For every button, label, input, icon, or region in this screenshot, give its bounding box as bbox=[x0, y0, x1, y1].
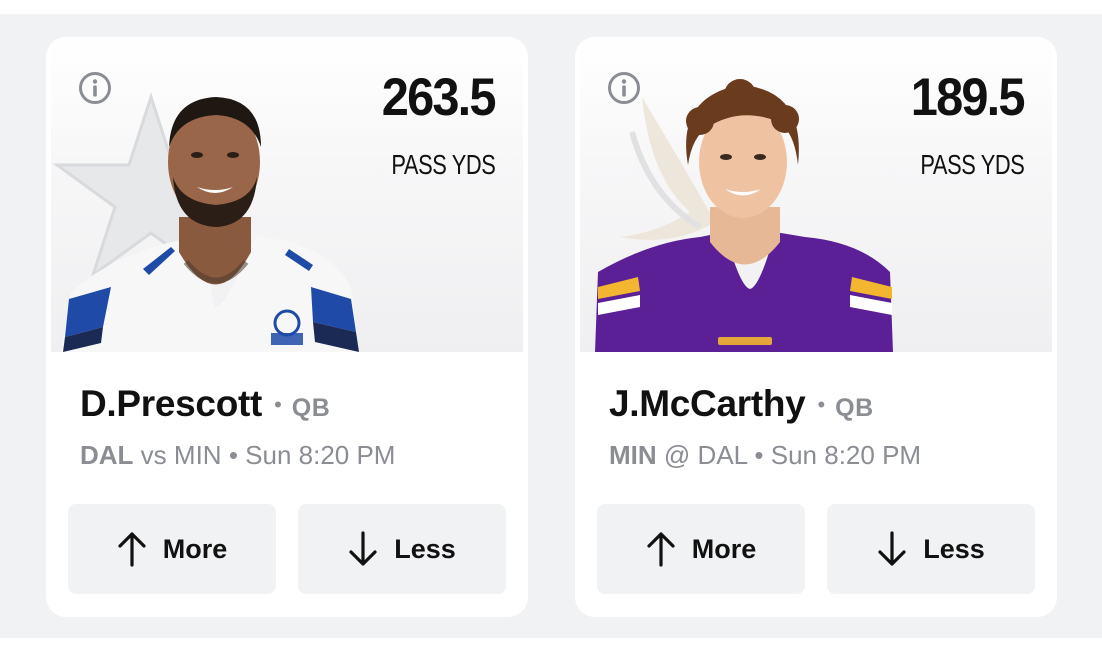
player-card-prescott[interactable]: 263.5 PASS YDS D.Prescott • QB DAL vs MI… bbox=[46, 37, 528, 617]
game-time: Sun 8:20 PM bbox=[770, 440, 922, 470]
arrow-up-icon bbox=[647, 532, 675, 567]
less-button[interactable]: Less bbox=[298, 504, 506, 594]
player-team: DAL bbox=[80, 440, 134, 470]
player-name: D.Prescott bbox=[80, 383, 263, 424]
player-name-row: J.McCarthy • QB bbox=[609, 383, 874, 425]
separator-dot: • bbox=[754, 440, 764, 470]
less-button-label: Less bbox=[923, 533, 985, 564]
stat-line-label: PASS YDS bbox=[919, 149, 1025, 180]
opponent-team: MIN bbox=[173, 440, 222, 470]
player-photo-area: 189.5 PASS YDS bbox=[580, 37, 1052, 352]
less-button[interactable]: Less bbox=[827, 504, 1035, 594]
game-time: Sun 8:20 PM bbox=[245, 440, 396, 470]
separator-dot: • bbox=[274, 392, 282, 417]
top-strip bbox=[0, 0, 1102, 14]
game-info: MIN @ DAL • Sun 8:20 PM bbox=[609, 440, 921, 471]
stat-line-value: 263.5 bbox=[382, 68, 497, 127]
player-name: J.McCarthy bbox=[609, 383, 806, 424]
player-position: QB bbox=[291, 394, 331, 422]
player-card-mccarthy[interactable]: 189.5 PASS YDS J.McCarthy • QB MIN @ DAL… bbox=[575, 37, 1057, 617]
player-name-row: D.Prescott • QB bbox=[80, 383, 330, 425]
separator-dot: • bbox=[228, 440, 238, 470]
arrow-down-icon bbox=[349, 531, 377, 566]
player-photo-area: 263.5 PASS YDS bbox=[51, 37, 523, 352]
more-button-label: More bbox=[691, 533, 757, 564]
arrow-down-icon bbox=[878, 531, 906, 566]
more-button[interactable]: More bbox=[597, 504, 805, 594]
more-button-label: More bbox=[162, 533, 228, 564]
arrow-up-icon bbox=[118, 532, 146, 567]
game-info: DAL vs MIN • Sun 8:20 PM bbox=[80, 440, 395, 471]
less-button-label: Less bbox=[394, 533, 456, 564]
matchup-separator: @ bbox=[663, 440, 691, 470]
stat-line-value: 189.5 bbox=[911, 68, 1026, 127]
bottom-strip bbox=[0, 638, 1102, 654]
stat-line-label: PASS YDS bbox=[390, 149, 496, 180]
info-icon[interactable] bbox=[607, 71, 641, 105]
matchup-separator: vs bbox=[140, 440, 167, 470]
more-button[interactable]: More bbox=[68, 504, 276, 594]
opponent-team: DAL bbox=[697, 440, 748, 470]
player-position: QB bbox=[835, 394, 874, 422]
info-icon[interactable] bbox=[78, 71, 112, 105]
separator-dot: • bbox=[817, 392, 826, 417]
player-team: MIN bbox=[609, 440, 657, 470]
